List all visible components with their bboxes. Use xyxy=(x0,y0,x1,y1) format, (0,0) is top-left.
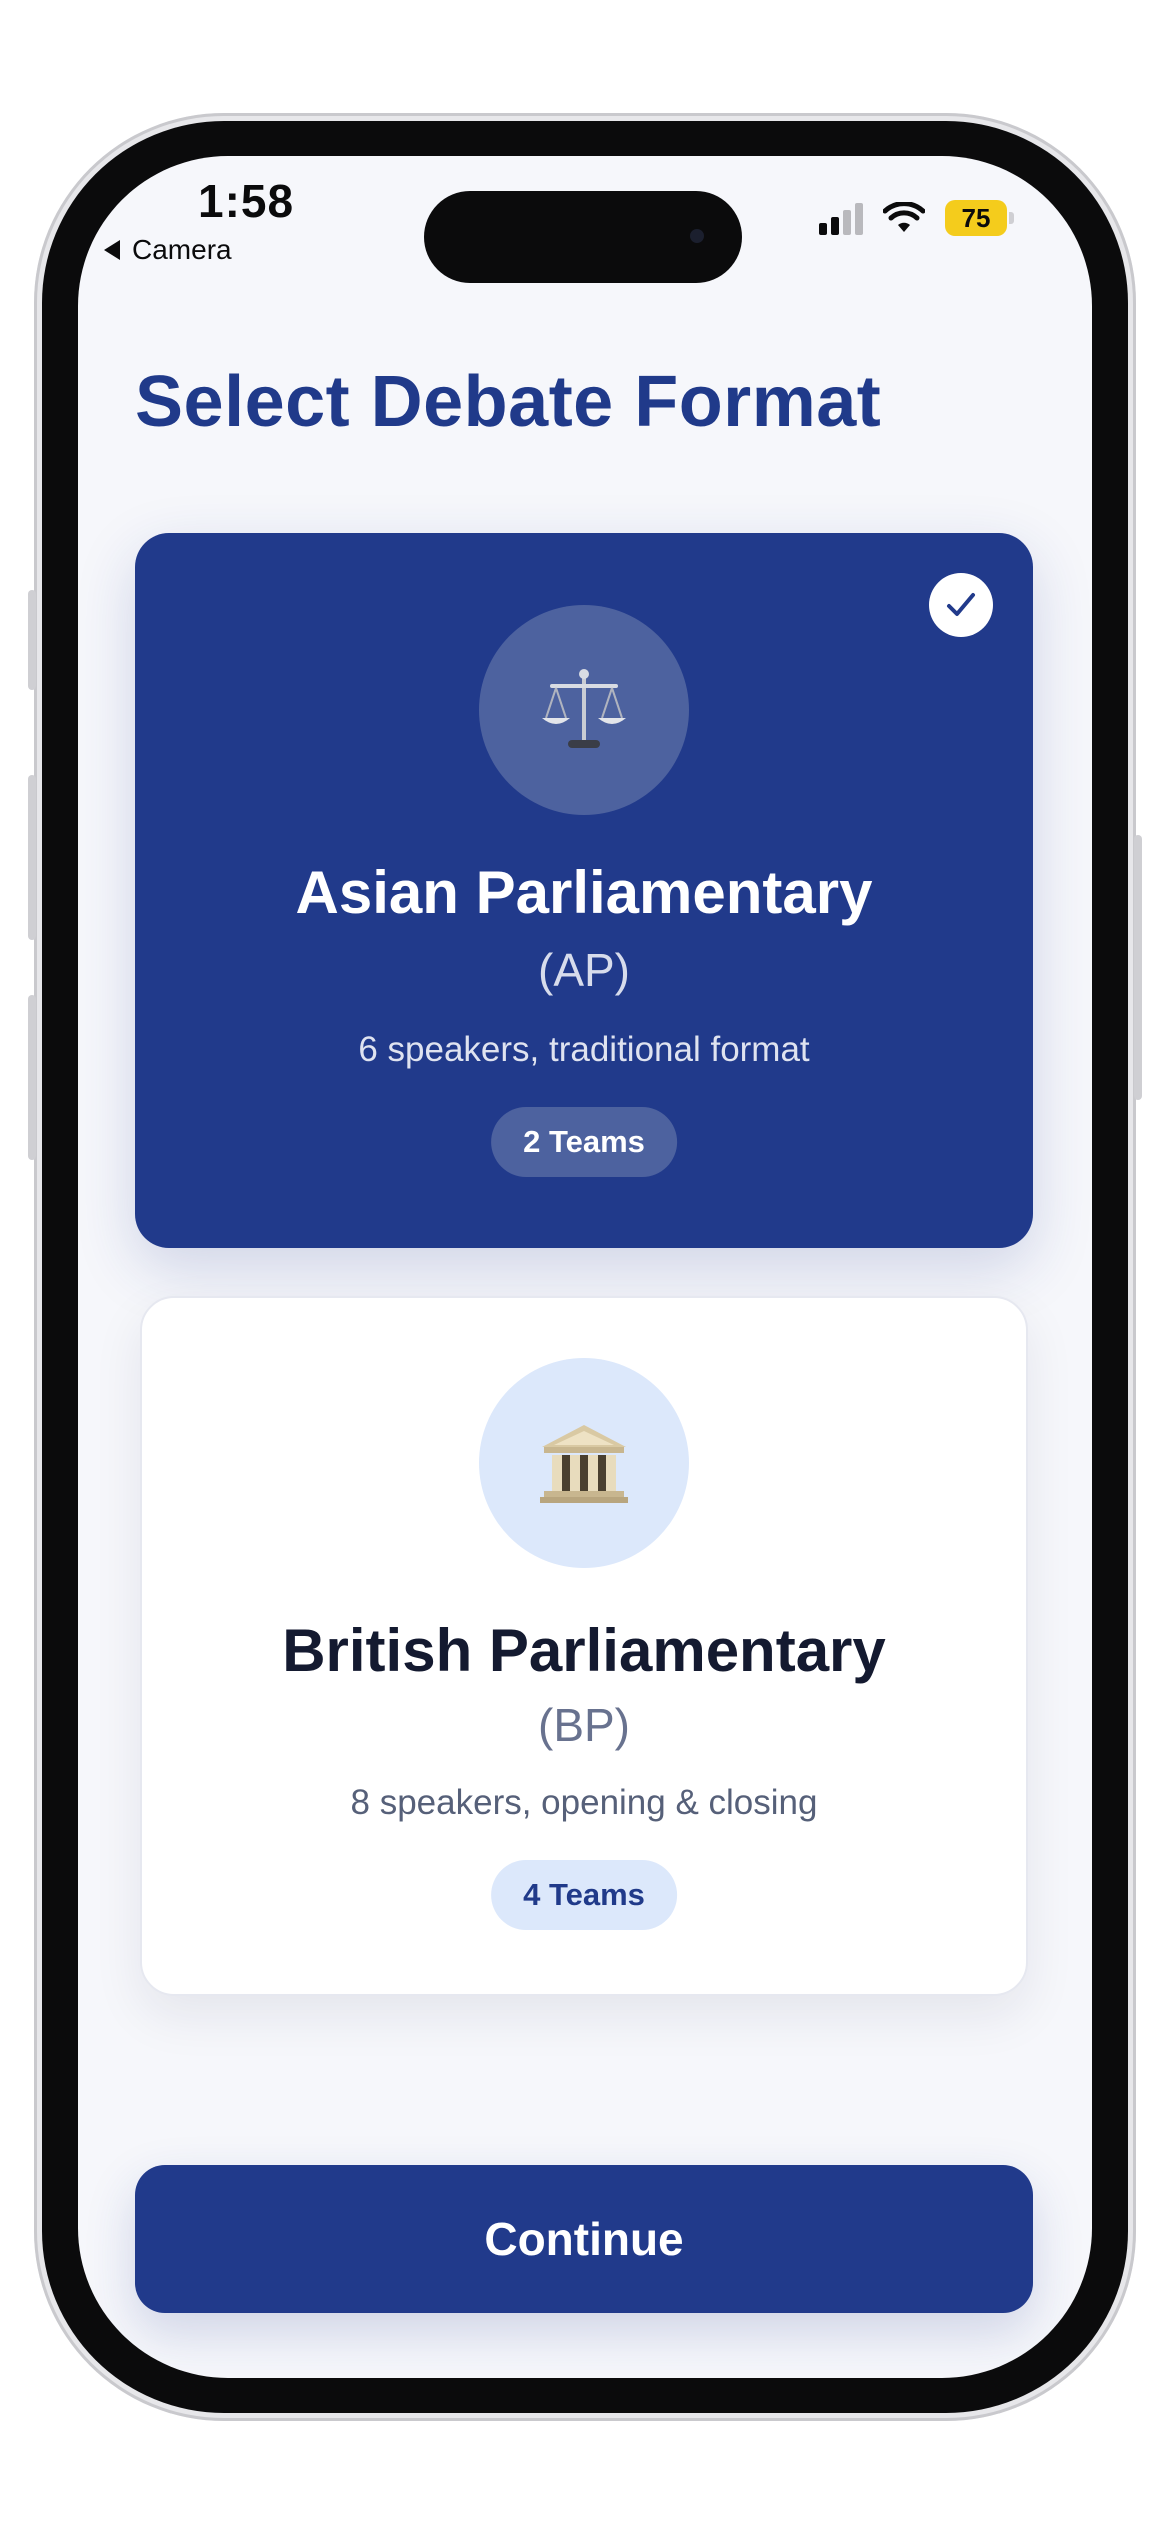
team-count-badge: 2 Teams xyxy=(491,1107,677,1177)
team-count-badge: 4 Teams xyxy=(491,1860,677,1930)
battery-icon: 75 xyxy=(945,200,1014,236)
cellular-signal-icon xyxy=(819,201,863,235)
app-screen: 1:58 Camera 75 Select Debate Format Asia… xyxy=(78,156,1092,2378)
back-to-camera-link[interactable]: Camera xyxy=(104,234,232,266)
classical-building-icon xyxy=(479,1358,689,1568)
status-time: 1:58 xyxy=(198,175,295,227)
scales-icon xyxy=(479,605,689,815)
wifi-icon xyxy=(883,202,925,234)
continue-button[interactable]: Continue xyxy=(135,2165,1033,2313)
dynamic-island xyxy=(424,191,742,283)
format-title: Asian Parliamentary xyxy=(295,859,873,926)
format-card-ap[interactable]: Asian Parliamentary (AP) 6 speakers, tra… xyxy=(135,533,1033,1248)
page-title: Select Debate Format xyxy=(135,362,882,442)
format-description: 6 speakers, traditional format xyxy=(358,1030,810,1069)
selected-check-icon xyxy=(929,573,993,637)
action-button xyxy=(28,590,36,690)
volume-down-button xyxy=(28,995,36,1160)
format-card-bp[interactable]: British Parliamentary (BP) 8 speakers, o… xyxy=(140,1296,1028,1996)
volume-up-button xyxy=(28,775,36,940)
format-abbreviation: (AP) xyxy=(538,944,630,996)
power-button xyxy=(1134,835,1142,1100)
status-icons: 75 xyxy=(819,200,1014,236)
format-title: British Parliamentary xyxy=(282,1617,886,1684)
back-app-label: Camera xyxy=(132,234,232,265)
battery-level: 75 xyxy=(945,200,1007,236)
format-description: 8 speakers, opening & closing xyxy=(350,1783,818,1822)
format-abbreviation: (BP) xyxy=(538,1699,630,1751)
camera-dot-icon xyxy=(690,229,704,243)
back-triangle-icon xyxy=(104,240,120,260)
